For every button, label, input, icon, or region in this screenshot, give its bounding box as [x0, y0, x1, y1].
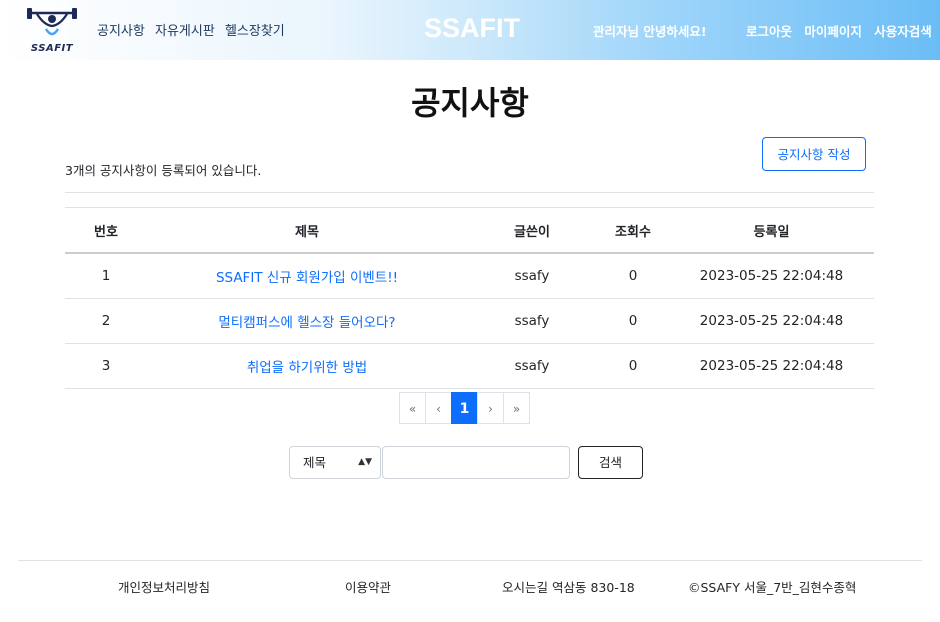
search-button[interactable]: 검색 [578, 446, 643, 479]
nav-item-free-board[interactable]: 자유게시판 [155, 24, 215, 39]
footer-copyright: ©SSAFY 서울_7반_김현수종혁 [688, 580, 857, 595]
nav-left: 공지사항 자유게시판 헬스장찾기 [97, 20, 291, 39]
table-row: 1 SSAFIT 신규 회원가입 이벤트!! ssafy 0 2023-05-2… [65, 253, 874, 299]
footer-divider [18, 560, 922, 561]
row-title-link[interactable]: 멀티캠퍼스에 헬스장 들어오다? [147, 298, 467, 344]
brand-title[interactable]: SSAFIT [424, 13, 520, 44]
table-row: 3 취업을 하기위한 방법 ssafy 0 2023-05-25 22:04:4… [65, 343, 874, 389]
logo[interactable]: SSAFIT [22, 5, 82, 57]
table-header-row: 번호 제목 글쓴이 조회수 등록일 [65, 207, 874, 254]
row-views: 0 [597, 343, 669, 389]
column-header-date: 등록일 [669, 207, 874, 254]
footer-privacy-link[interactable]: 개인정보처리방침 [118, 577, 210, 596]
footer-terms-link[interactable]: 이용약관 [345, 577, 391, 596]
search-input[interactable] [382, 446, 570, 479]
search-type-value: 제목 [303, 455, 327, 470]
row-views: 0 [597, 298, 669, 344]
row-title-link[interactable]: 취업을 하기위한 방법 [147, 343, 467, 389]
notice-count-text: 3개의 공지사항이 등록되어 있습니다. [65, 163, 262, 178]
row-writer: ssafy [467, 298, 597, 344]
divider [65, 192, 874, 193]
nav-item-gym-search[interactable]: 헬스장찾기 [225, 24, 285, 39]
search-type-select[interactable]: 제목 ▲▼ [289, 446, 381, 479]
page-title: 공지사항 [411, 84, 529, 122]
row-date: 2023-05-25 22:04:48 [669, 253, 874, 299]
updown-arrow-icon: ▲▼ [358, 457, 372, 467]
page-last-button[interactable]: » [503, 392, 530, 424]
greeting-text: 관리자님 안녕하세요! [593, 24, 707, 39]
row-no: 3 [65, 343, 147, 389]
user-search-link[interactable]: 사용자검색 [874, 24, 932, 39]
footer-address: 오시는길 역삼동 830-18 [502, 580, 635, 595]
notice-table: 번호 제목 글쓴이 조회수 등록일 1 SSAFIT 신규 회원가입 이벤트!!… [65, 207, 874, 389]
column-header-writer: 글쓴이 [467, 207, 597, 254]
row-writer: ssafy [467, 343, 597, 389]
logout-link[interactable]: 로그아웃 [746, 24, 792, 39]
row-no: 2 [65, 298, 147, 344]
row-date: 2023-05-25 22:04:48 [669, 343, 874, 389]
write-notice-button[interactable]: 공지사항 작성 [762, 137, 866, 171]
table-row: 2 멀티캠퍼스에 헬스장 들어오다? ssafy 0 2023-05-25 22… [65, 298, 874, 344]
row-date: 2023-05-25 22:04:48 [669, 298, 874, 344]
page-next-button[interactable]: › [477, 392, 504, 424]
nav-item-notice[interactable]: 공지사항 [97, 24, 145, 39]
row-views: 0 [597, 253, 669, 299]
nav-right: 로그아웃 마이페이지 사용자검색 [746, 21, 940, 40]
row-title-link[interactable]: SSAFIT 신규 회원가입 이벤트!! [147, 253, 467, 299]
column-header-title: 제목 [147, 207, 467, 254]
mypage-link[interactable]: 마이페이지 [804, 24, 862, 39]
page-first-button[interactable]: « [399, 392, 426, 424]
page-current-button[interactable]: 1 [451, 392, 478, 424]
column-header-views: 조회수 [597, 207, 669, 254]
page-prev-button[interactable]: ‹ [425, 392, 452, 424]
column-header-no: 번호 [65, 207, 147, 254]
pagination: « ‹ 1 › » [399, 392, 530, 424]
header: SSAFIT 공지사항 자유게시판 헬스장찾기 SSAFIT 관리자님 안녕하세… [0, 0, 940, 60]
row-writer: ssafy [467, 253, 597, 299]
weightlifter-logo-icon [27, 8, 77, 36]
row-no: 1 [65, 253, 147, 299]
logo-text: SSAFIT [30, 43, 74, 54]
